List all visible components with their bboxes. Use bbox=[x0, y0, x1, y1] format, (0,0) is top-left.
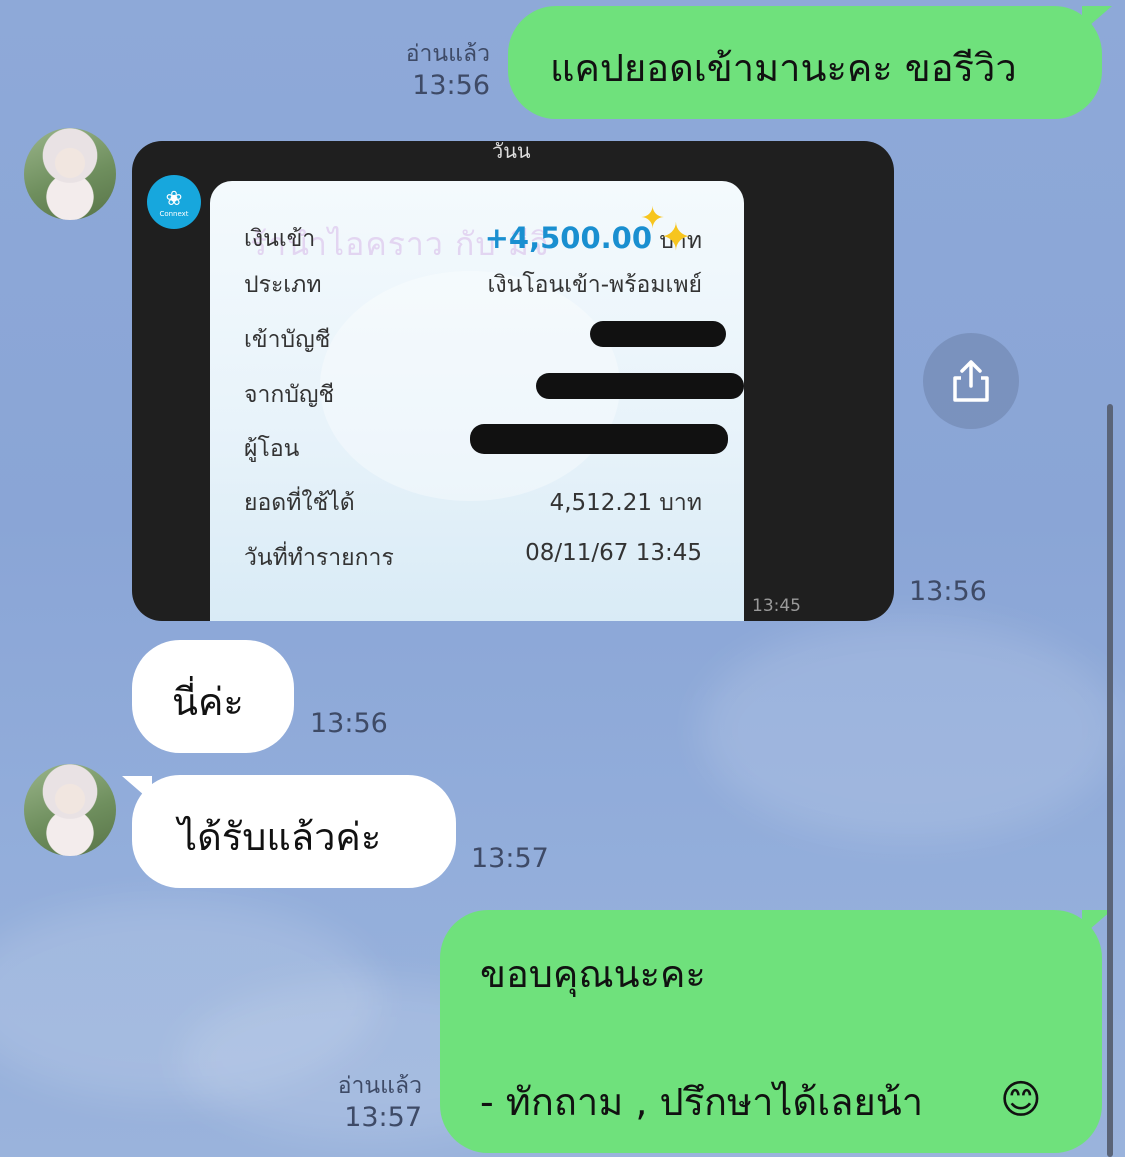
slip-row: วันที่ทำรายการ 08/11/67 13:45 bbox=[244, 540, 702, 574]
their-message-bubble[interactable]: นี่ค่ะ bbox=[132, 640, 294, 753]
redaction-mark bbox=[590, 321, 726, 347]
share-icon bbox=[953, 360, 989, 402]
slip-label: ผู้โอน bbox=[244, 436, 300, 462]
smile-emoji-icon: 😊 bbox=[1000, 1077, 1042, 1123]
message-time: 13:56 bbox=[412, 69, 490, 101]
slip-value: เงินโอนเข้า-พร้อมเพย์ bbox=[487, 272, 703, 298]
redaction-mark bbox=[470, 424, 728, 454]
bubble-tail bbox=[1082, 6, 1112, 32]
message-text: แคปยอดเข้ามานะคะ ขอรีวิว bbox=[550, 46, 1017, 90]
message-time: 13:56 bbox=[310, 708, 388, 739]
bank-logo-icon: ❀ Connext bbox=[147, 175, 201, 229]
slip-amount: +4,500.00 bbox=[484, 221, 652, 255]
image-top-text: วันน bbox=[492, 141, 531, 163]
message-text: นี่ค่ะ bbox=[172, 680, 244, 724]
message-time: 13:56 bbox=[909, 576, 987, 607]
message-text: ได้รับแล้วค่ะ bbox=[178, 815, 382, 859]
sparkle-icon: ✦ bbox=[660, 215, 692, 259]
their-message-bubble[interactable]: ได้รับแล้วค่ะ bbox=[132, 775, 456, 888]
message-text-line: - ทักถาม , ปรึกษาได้เลยน้า bbox=[480, 1080, 924, 1124]
share-button[interactable] bbox=[923, 333, 1019, 429]
slip-label: เงินเข้า bbox=[244, 226, 316, 252]
slip-label: ประเภท bbox=[244, 272, 322, 298]
contact-avatar[interactable] bbox=[24, 128, 116, 220]
slip-row: เงินเข้า +4,500.00 บาท bbox=[244, 221, 702, 255]
message-time: 13:57 bbox=[471, 843, 549, 874]
transfer-slip: ร้านำไอคราว กับ มีจิ เงินเข้า +4,500.00 … bbox=[210, 181, 744, 621]
read-receipt: อ่านแล้ว bbox=[405, 41, 490, 67]
slip-label: วันที่ทำรายการ bbox=[244, 545, 394, 571]
message-meta: อ่านแล้ว 13:57 bbox=[310, 1072, 422, 1135]
image-timestamp: 13:45 bbox=[752, 596, 801, 616]
redaction-mark bbox=[536, 373, 744, 399]
read-receipt: อ่านแล้ว bbox=[337, 1073, 422, 1099]
slip-value: 08/11/67 13:45 bbox=[525, 540, 702, 566]
message-meta: อ่านแล้ว 13:56 bbox=[380, 40, 490, 103]
slip-value: 4,512.21 บาท bbox=[549, 490, 702, 516]
slip-row: ยอดที่ใช้ได้ 4,512.21 บาท bbox=[244, 485, 702, 519]
bank-logo-label: Connext bbox=[159, 210, 189, 218]
slip-label: ยอดที่ใช้ได้ bbox=[244, 490, 355, 516]
message-time: 13:57 bbox=[344, 1101, 422, 1133]
scrollbar[interactable] bbox=[1107, 404, 1113, 1157]
my-message-bubble[interactable]: ขอบคุณนะคะ - ทักถาม , ปรึกษาได้เลยน้า 😊 bbox=[440, 910, 1102, 1153]
image-message[interactable]: วันน ❀ Connext ร้านำไอคราว กับ มีจิ เงิน… bbox=[132, 141, 894, 621]
slip-row: ประเภท เงินโอนเข้า-พร้อมเพย์ bbox=[244, 267, 702, 301]
my-message-bubble[interactable]: แคปยอดเข้ามานะคะ ขอรีวิว bbox=[508, 6, 1102, 119]
slip-label: จากบัญชี bbox=[244, 382, 335, 408]
message-text-line: ขอบคุณนะคะ bbox=[480, 952, 706, 996]
slip-label: เข้าบัญชี bbox=[244, 327, 331, 353]
contact-avatar[interactable] bbox=[24, 764, 116, 856]
background-cloud bbox=[700, 620, 1120, 840]
